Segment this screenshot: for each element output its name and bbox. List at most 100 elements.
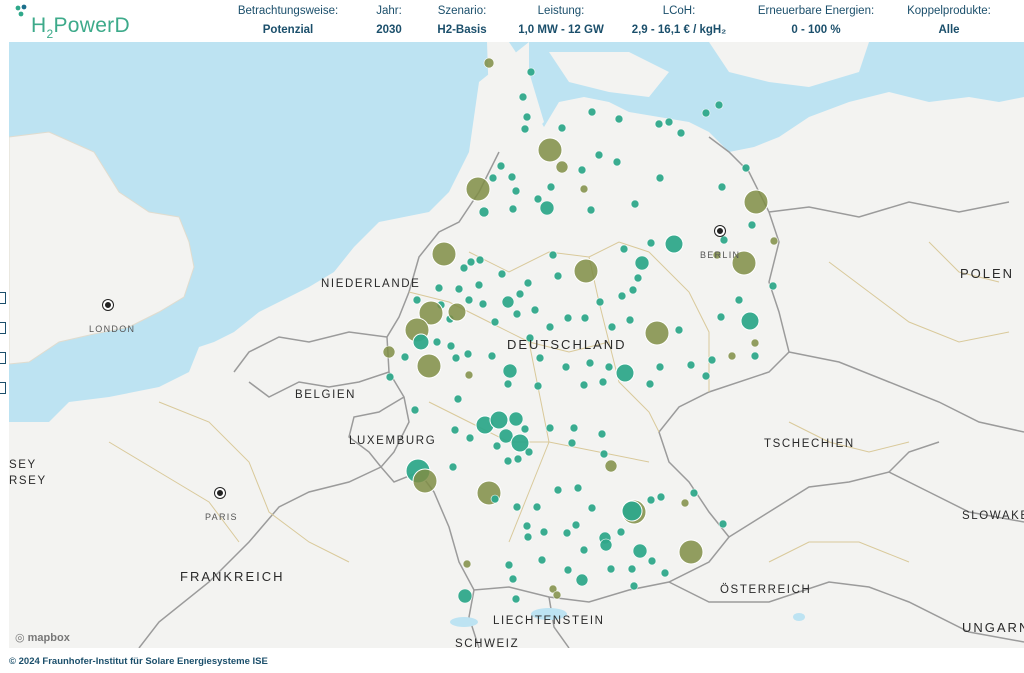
site-marker[interactable] <box>502 363 518 379</box>
site-marker[interactable] <box>674 325 684 335</box>
site-marker[interactable] <box>645 379 655 389</box>
side-control-2[interactable] <box>0 322 6 334</box>
site-marker[interactable] <box>546 182 556 192</box>
site-marker[interactable] <box>567 438 577 448</box>
site-marker[interactable] <box>740 311 760 331</box>
site-marker[interactable] <box>686 360 696 370</box>
site-marker[interactable] <box>676 128 686 138</box>
site-marker[interactable] <box>586 205 596 215</box>
site-marker[interactable] <box>606 564 616 574</box>
site-marker[interactable] <box>533 381 543 391</box>
site-marker[interactable] <box>453 394 463 404</box>
site-marker[interactable] <box>595 297 605 307</box>
site-marker[interactable] <box>459 263 469 273</box>
site-marker[interactable] <box>503 456 513 466</box>
site-marker[interactable] <box>533 194 543 204</box>
site-marker[interactable] <box>573 258 599 284</box>
site-marker[interactable] <box>743 189 769 215</box>
filter-leistung[interactable]: Leistung: 1,0 MW - 12 GW <box>518 5 604 36</box>
site-marker[interactable] <box>518 92 528 102</box>
site-marker[interactable] <box>522 112 532 122</box>
site-marker[interactable] <box>508 411 524 427</box>
site-marker[interactable] <box>478 206 490 218</box>
site-marker[interactable] <box>621 500 643 522</box>
site-marker[interactable] <box>451 353 461 363</box>
site-marker[interactable] <box>599 538 613 552</box>
site-marker[interactable] <box>400 352 410 362</box>
site-marker[interactable] <box>465 176 491 202</box>
filter-erneuerbare-energien[interactable]: Erneuerbare Energien: 0 - 100 % <box>758 5 874 36</box>
site-marker[interactable] <box>689 488 699 498</box>
site-marker[interactable] <box>562 528 572 538</box>
site-marker[interactable] <box>644 320 670 346</box>
site-marker[interactable] <box>718 519 728 529</box>
site-marker[interactable] <box>466 257 476 267</box>
site-marker[interactable] <box>474 280 484 290</box>
site-marker[interactable] <box>579 380 589 390</box>
site-marker[interactable] <box>512 502 522 512</box>
site-marker[interactable] <box>557 123 567 133</box>
site-marker[interactable] <box>628 285 638 295</box>
site-marker[interactable] <box>727 351 737 361</box>
site-marker[interactable] <box>563 565 573 575</box>
site-marker[interactable] <box>523 278 533 288</box>
site-marker[interactable] <box>612 157 622 167</box>
mapbox-logo[interactable]: ◎ mapbox <box>15 631 70 644</box>
map-canvas[interactable]: DEUTSCHLAND NIEDERLANDE BELGIEN LUXEMBUR… <box>9 42 1024 648</box>
site-marker[interactable] <box>769 236 779 246</box>
site-marker[interactable] <box>664 234 684 254</box>
site-marker[interactable] <box>750 338 760 348</box>
h2powerd-logo[interactable]: H2PowerD <box>14 4 134 41</box>
site-marker[interactable] <box>487 351 497 361</box>
site-marker[interactable] <box>617 291 627 301</box>
site-marker[interactable] <box>597 429 607 439</box>
site-marker[interactable] <box>571 520 581 530</box>
site-marker[interactable] <box>627 564 637 574</box>
site-marker[interactable] <box>734 295 744 305</box>
site-marker[interactable] <box>587 107 597 117</box>
site-marker[interactable] <box>507 172 517 182</box>
site-marker[interactable] <box>768 281 778 291</box>
site-marker[interactable] <box>382 345 396 359</box>
filter-betrachtungsweise[interactable]: Betrachtungsweise: Potenzial <box>238 5 338 36</box>
site-marker[interactable] <box>664 117 674 127</box>
site-marker[interactable] <box>625 315 635 325</box>
site-marker[interactable] <box>537 137 563 163</box>
site-marker[interactable] <box>629 581 639 591</box>
site-marker[interactable] <box>719 235 729 245</box>
site-marker[interactable] <box>490 317 500 327</box>
site-marker[interactable] <box>577 165 587 175</box>
site-marker[interactable] <box>553 271 563 281</box>
site-marker[interactable] <box>520 124 530 134</box>
site-marker[interactable] <box>580 313 590 323</box>
site-marker[interactable] <box>579 545 589 555</box>
site-marker[interactable] <box>716 312 726 322</box>
site-marker[interactable] <box>545 423 555 433</box>
site-marker[interactable] <box>633 273 643 283</box>
site-marker[interactable] <box>656 492 666 502</box>
site-marker[interactable] <box>646 238 656 248</box>
site-marker[interactable] <box>548 250 558 260</box>
site-marker[interactable] <box>616 527 626 537</box>
site-marker[interactable] <box>707 355 717 365</box>
site-marker[interactable] <box>717 182 727 192</box>
site-marker[interactable] <box>585 358 595 368</box>
site-marker[interactable] <box>490 494 500 504</box>
site-marker[interactable] <box>511 594 521 604</box>
site-marker[interactable] <box>497 269 507 279</box>
site-marker[interactable] <box>552 590 562 600</box>
site-marker[interactable] <box>520 424 530 434</box>
filter-koppelprodukte[interactable]: Koppelprodukte: Alle <box>907 5 991 36</box>
site-marker[interactable] <box>475 255 485 265</box>
site-marker[interactable] <box>412 295 422 305</box>
site-marker[interactable] <box>655 173 665 183</box>
site-marker[interactable] <box>630 199 640 209</box>
site-marker[interactable] <box>512 309 522 319</box>
site-marker[interactable] <box>492 441 502 451</box>
site-marker[interactable] <box>646 495 656 505</box>
site-marker[interactable] <box>634 255 650 271</box>
site-marker[interactable] <box>575 573 589 587</box>
site-marker[interactable] <box>555 160 569 174</box>
site-marker[interactable] <box>522 521 532 531</box>
site-marker[interactable] <box>450 425 460 435</box>
